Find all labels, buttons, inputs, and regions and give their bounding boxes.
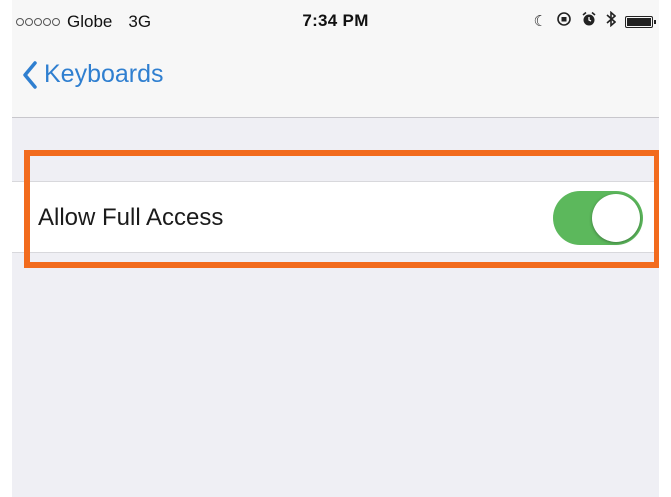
alarm-icon <box>581 11 597 32</box>
back-button-label: Keyboards <box>44 60 164 88</box>
chevron-left-icon <box>23 60 37 89</box>
status-right: ☾ <box>533 10 656 32</box>
orientation-lock-icon <box>556 11 572 32</box>
bluetooth-icon <box>606 10 617 32</box>
highlight-box <box>24 150 659 268</box>
battery-icon <box>625 15 656 28</box>
phone-screen: Globe 3G 7:34 PM ☾ Keyboards Allow Full … <box>12 0 659 497</box>
back-button[interactable]: Keyboards <box>22 60 164 89</box>
moon-icon: ☾ <box>533 12 547 30</box>
status-bar: Globe 3G 7:34 PM ☾ <box>12 0 659 44</box>
navigation-bar: Keyboards <box>12 44 659 118</box>
